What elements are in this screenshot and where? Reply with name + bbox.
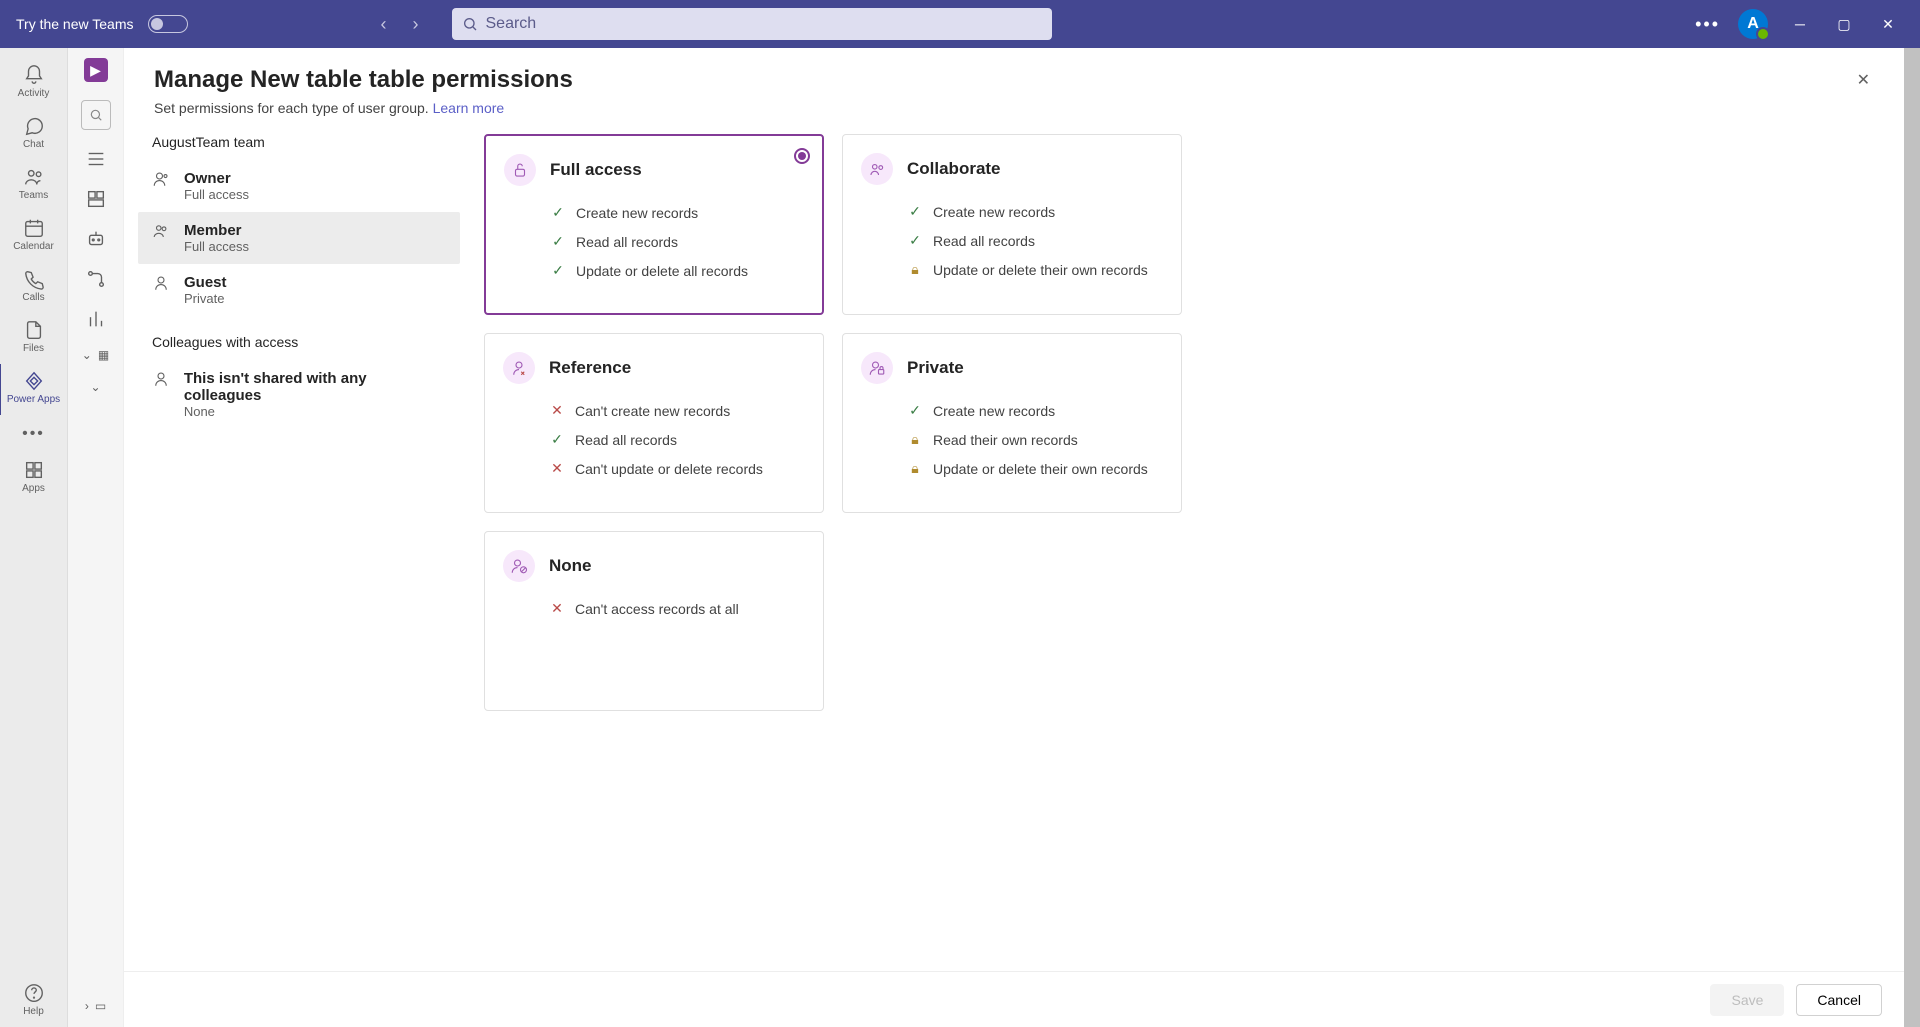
check-icon: ✓	[550, 233, 566, 250]
check-icon: ✓	[907, 402, 923, 419]
check-icon: ✓	[550, 262, 566, 279]
powerapps-icon	[23, 370, 45, 392]
apprail-teams[interactable]: Teams	[0, 160, 67, 211]
app-rail: Activity Chat Teams Calendar Calls Files…	[0, 48, 68, 1027]
owner-icon	[152, 170, 172, 202]
secondary-search-button[interactable]	[81, 100, 111, 130]
panel-subtitle: Set permissions for each type of user gr…	[124, 100, 1904, 134]
secondary-expand-bottom[interactable]: ›▭	[68, 999, 123, 1027]
role-guest[interactable]: Guest Private	[138, 264, 460, 316]
nav-forward-button[interactable]: ›	[400, 14, 432, 35]
chart-icon[interactable]	[85, 308, 107, 330]
role-member[interactable]: Member Full access	[138, 212, 460, 264]
apprail-more[interactable]: •••	[22, 415, 45, 453]
apprail-chat[interactable]: Chat	[0, 109, 67, 160]
learn-more-link[interactable]: Learn more	[433, 100, 505, 116]
team-group-label: AugustTeam team	[138, 134, 460, 160]
chat-icon	[23, 115, 45, 137]
save-button[interactable]: Save	[1710, 984, 1784, 1016]
more-options-button[interactable]: •••	[1687, 14, 1728, 35]
not-shared-title: This isn't shared with any colleagues	[184, 370, 446, 404]
role-member-perm: Full access	[184, 239, 249, 254]
vertical-scrollbar[interactable]	[1904, 48, 1920, 1027]
flow-icon[interactable]	[85, 268, 107, 290]
lock-icon: 🔒︎	[907, 431, 923, 448]
app-tile-icon[interactable]: ▶	[84, 58, 108, 82]
search-icon	[462, 16, 478, 32]
try-new-teams-label: Try the new Teams	[16, 16, 134, 32]
cross-icon: ✕	[549, 460, 565, 477]
people-icon	[23, 166, 45, 188]
role-owner[interactable]: Owner Full access	[138, 160, 460, 212]
lock-icon: 🔒︎	[907, 261, 923, 278]
search-box[interactable]: Search	[452, 8, 1052, 40]
role-owner-perm: Full access	[184, 187, 249, 202]
search-icon	[89, 108, 103, 122]
cancel-button[interactable]: Cancel	[1796, 984, 1882, 1016]
perm-card-collaborate[interactable]: Collaborate ✓Create new records ✓Read al…	[842, 134, 1182, 315]
bot-icon[interactable]	[85, 228, 107, 250]
roles-list: AugustTeam team Owner Full access	[138, 134, 470, 971]
cross-icon: ✕	[549, 402, 565, 419]
help-icon	[23, 982, 45, 1004]
titlebar: Try the new Teams ‹ › Search ••• A ─ ▢ ✕	[0, 0, 1920, 48]
secondary-expand-row-2[interactable]: ⌄	[68, 380, 123, 394]
perm-card-full-access[interactable]: Full access ✓Create new records ✓Read al…	[484, 134, 824, 315]
apprail-files[interactable]: Files	[0, 313, 67, 364]
panel-close-button[interactable]: ✕	[1853, 66, 1874, 94]
member-icon	[152, 222, 172, 254]
file-icon	[23, 319, 45, 341]
apprail-calendar[interactable]: Calendar	[0, 211, 67, 262]
avatar[interactable]: A	[1738, 9, 1768, 39]
cross-icon: ✕	[549, 600, 565, 617]
perm-card-none[interactable]: None ✕Can't access records at all	[484, 531, 824, 711]
role-guest-title: Guest	[184, 274, 227, 291]
panel-title: Manage New table table permissions	[154, 66, 573, 94]
check-icon: ✓	[549, 431, 565, 448]
private-icon	[861, 352, 893, 384]
bell-icon	[23, 64, 45, 86]
role-owner-title: Owner	[184, 170, 249, 187]
calendar-icon	[23, 217, 45, 239]
radio-selected-icon	[794, 148, 810, 164]
apprail-calls[interactable]: Calls	[0, 262, 67, 313]
apprail-activity[interactable]: Activity	[0, 58, 67, 109]
role-member-title: Member	[184, 222, 249, 239]
lock-icon: 🔒︎	[907, 460, 923, 477]
collaborate-icon	[861, 153, 893, 185]
nav-back-button[interactable]: ‹	[368, 14, 400, 35]
panel-footer: Save Cancel	[124, 971, 1904, 1027]
apprail-help[interactable]: Help	[0, 976, 67, 1027]
person-icon	[152, 370, 172, 419]
check-icon: ✓	[550, 204, 566, 221]
guest-icon	[152, 274, 172, 306]
check-icon: ✓	[907, 232, 923, 249]
apps-grid-icon	[23, 459, 45, 481]
apprail-powerapps[interactable]: Power Apps	[0, 364, 66, 415]
apprail-apps[interactable]: Apps	[0, 453, 67, 504]
window-close-button[interactable]: ✕	[1866, 16, 1910, 33]
grid-icon[interactable]	[85, 188, 107, 210]
not-shared-sub: None	[184, 404, 446, 419]
unlock-icon	[504, 154, 536, 186]
list-icon[interactable]	[85, 148, 107, 170]
window-minimize-button[interactable]: ─	[1778, 16, 1822, 32]
reference-icon	[503, 352, 535, 384]
try-new-teams-toggle[interactable]	[148, 15, 188, 33]
role-not-shared: This isn't shared with any colleagues No…	[138, 360, 460, 429]
search-placeholder: Search	[486, 15, 537, 33]
perm-card-private[interactable]: Private ✓Create new records 🔒︎Read their…	[842, 333, 1182, 513]
permissions-panel: Manage New table table permissions ✕ Set…	[124, 48, 1904, 1027]
perm-card-reference[interactable]: Reference ✕Can't create new records ✓Rea…	[484, 333, 824, 513]
none-icon	[503, 550, 535, 582]
secondary-rail: ▶ ⌄▦ ⌄ ›▭	[68, 48, 124, 1027]
secondary-expand-row-1[interactable]: ⌄▦	[68, 348, 123, 362]
role-guest-perm: Private	[184, 291, 227, 306]
phone-icon	[23, 268, 45, 290]
check-icon: ✓	[907, 203, 923, 220]
window-maximize-button[interactable]: ▢	[1822, 16, 1866, 33]
colleagues-group-label: Colleagues with access	[138, 316, 460, 360]
